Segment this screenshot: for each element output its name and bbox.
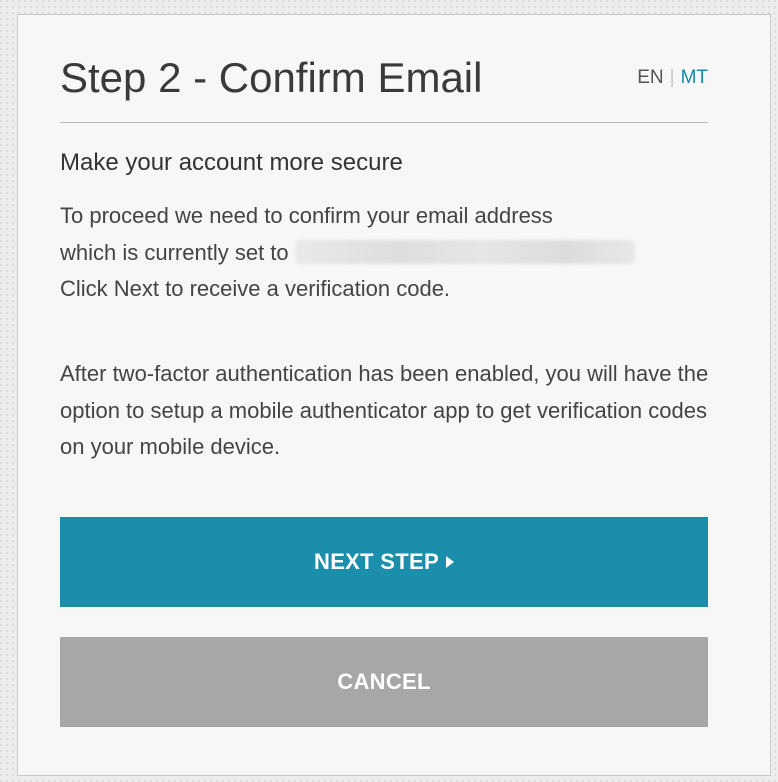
caret-right-icon bbox=[445, 556, 454, 568]
language-switcher: EN | MT bbox=[637, 66, 708, 90]
email-confirmation-text: To proceed we need to confirm your email… bbox=[60, 198, 710, 308]
dialog-title: Step 2 - Confirm Email bbox=[60, 54, 483, 101]
next-step-label: NEXT STEP bbox=[314, 549, 439, 574]
confirmation-text-line-1: To proceed we need to confirm your email… bbox=[60, 203, 553, 228]
language-mt-link[interactable]: MT bbox=[681, 67, 708, 88]
cancel-button[interactable]: CANCEL bbox=[60, 637, 708, 727]
language-separator: | bbox=[669, 67, 675, 88]
next-step-button[interactable]: NEXT STEP bbox=[60, 517, 708, 607]
two-factor-info-text: After two-factor authentication has been… bbox=[60, 361, 709, 459]
dialog-header: Step 2 - Confirm Email EN | MT bbox=[60, 52, 708, 123]
language-en-link[interactable]: EN bbox=[637, 67, 663, 88]
confirmation-text-line-2: which is currently set to bbox=[60, 239, 289, 265]
confirmation-text-line-3: Click Next to receive a verification cod… bbox=[60, 276, 451, 301]
dialog-subtitle: Make your account more secure bbox=[60, 149, 403, 176]
redacted-email-address bbox=[294, 239, 635, 264]
